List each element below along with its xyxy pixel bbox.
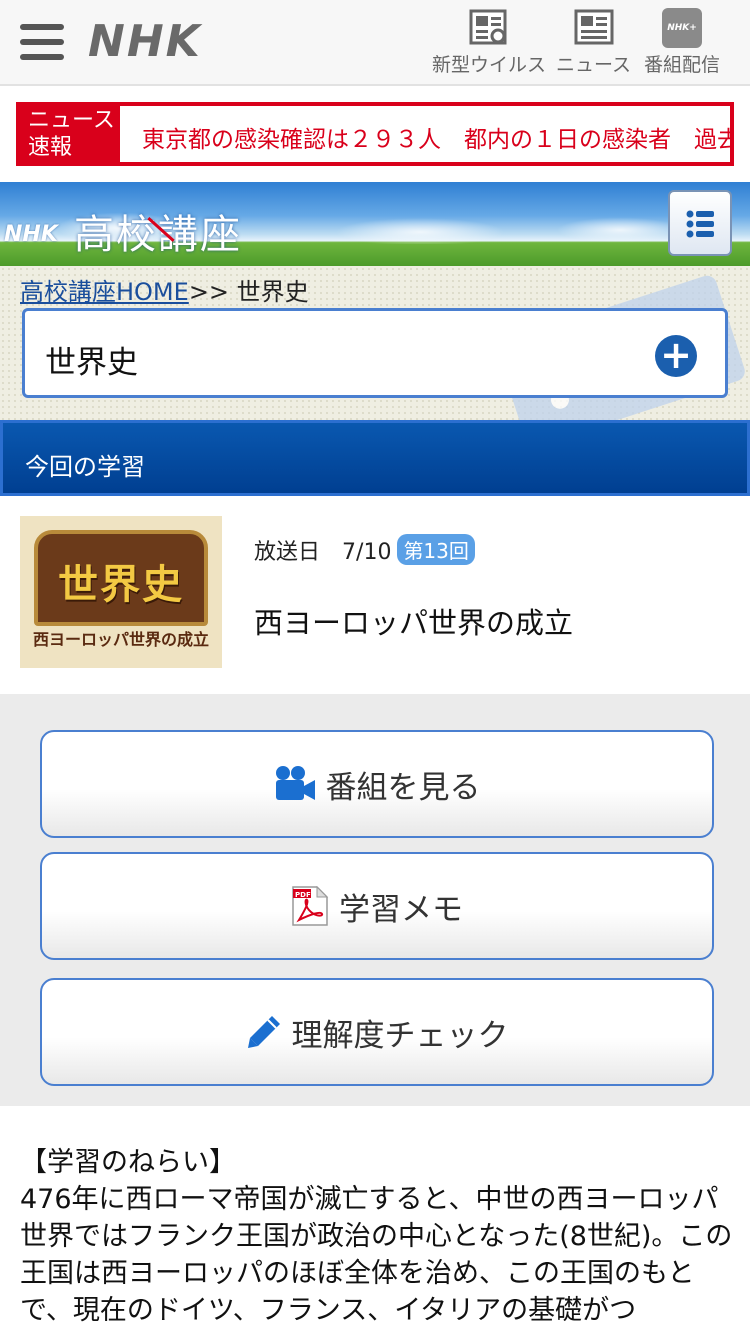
learning-aim-heading: 【学習のねらい】 [20, 1147, 236, 1178]
breadcrumb-separator: >> [188, 278, 230, 306]
air-date-label: 放送日 [254, 540, 321, 565]
breadcrumb-home-link[interactable]: 高校講座HOME [20, 278, 189, 306]
kouza-banner[interactable]: NHK 高校講座 [0, 182, 750, 266]
plus-circle-icon[interactable]: + [655, 335, 697, 377]
list-menu-icon [686, 210, 714, 238]
thumbnail-subtitle: 西ヨーロッパ世界の成立 [32, 630, 209, 649]
breaking-news-label: ニュース速報 [20, 106, 120, 162]
breadcrumb-current: 世界史 [236, 278, 309, 306]
nav-covid-label: 新型ウイルス [432, 54, 547, 76]
air-date: 7/10 [342, 540, 392, 565]
breaking-news-text[interactable]: 東京都の感染確認は２９３人 都内の１日の感染者 過去最多 [142, 120, 730, 154]
subject-selector[interactable]: 世界史 + [22, 308, 728, 398]
section-heading-text: 今回の学習 [25, 453, 145, 481]
stream-icon-text: NHK+ [662, 8, 702, 48]
global-header: NHK 新型ウイルス ニュース NHK+ 番組配信 [0, 0, 750, 86]
pdf-icon: PDF [291, 886, 329, 926]
learning-aim-body: 476年に西ローマ帝国が滅亡すると、中世の西ヨーロッパ世界ではフランク王国が政治… [20, 1184, 733, 1326]
pencil-icon [246, 1014, 282, 1050]
nav-news-label: ニュース [556, 54, 632, 76]
subject-name: 世界史 [45, 345, 138, 381]
newspaper-icon [573, 8, 615, 48]
watch-program-button[interactable]: 番組を見る [40, 730, 714, 838]
breaking-news-bar[interactable]: ニュース速報 東京都の感染確認は２９３人 都内の１日の感染者 過去最多 [16, 102, 734, 166]
nav-news[interactable]: ニュース [556, 8, 631, 77]
comprehension-check-button[interactable]: 理解度チェック [40, 978, 714, 1086]
episode-info: 世界史 西ヨーロッパ世界の成立 放送日 7/10 第13回 西ヨーロッパ世界の成立 [0, 496, 750, 694]
nav-streaming-label: 番組配信 [644, 54, 721, 76]
section-heading: 今回の学習 [0, 420, 750, 496]
banner-title: 高校講座 [74, 212, 242, 258]
banner-nhk-logo: NHK [4, 222, 58, 247]
episode-title: 西ヨーロッパ世界の成立 [254, 606, 574, 640]
breadcrumb: 高校講座HOME>> 世界史 [20, 272, 309, 307]
thumbnail-signboard: 世界史 [34, 530, 208, 626]
nav-covid-news[interactable]: 新型ウイルス [432, 8, 546, 77]
study-memo-label: 学習メモ [339, 891, 463, 928]
thumbnail-title: 世界史 [58, 561, 184, 608]
nhk-logo[interactable]: NHK [88, 16, 202, 67]
nav-streaming[interactable]: NHK+ 番組配信 [644, 8, 720, 77]
episode-thumbnail[interactable]: 世界史 西ヨーロッパ世界の成立 [20, 516, 222, 668]
comprehension-check-label: 理解度チェック [291, 1017, 509, 1054]
air-date-line: 放送日 7/10 第13回 [254, 534, 475, 566]
hamburger-menu-icon[interactable] [20, 24, 64, 60]
covid-news-icon [468, 8, 510, 48]
video-camera-icon [274, 765, 316, 803]
nhk-plus-icon: NHK+ [661, 8, 703, 48]
study-memo-button[interactable]: PDF 学習メモ [40, 852, 714, 960]
watch-program-label: 番組を見る [325, 769, 481, 806]
svg-text:PDF: PDF [295, 891, 311, 899]
episode-number-badge: 第13回 [397, 534, 475, 565]
list-menu-button[interactable] [668, 190, 732, 256]
action-area: 番組を見る PDF 学習メモ 理解度チェック [0, 694, 750, 1106]
learning-aim: 【学習のねらい】 476年に西ローマ帝国が滅亡すると、中世の西ヨーロッパ世界では… [20, 1144, 736, 1329]
